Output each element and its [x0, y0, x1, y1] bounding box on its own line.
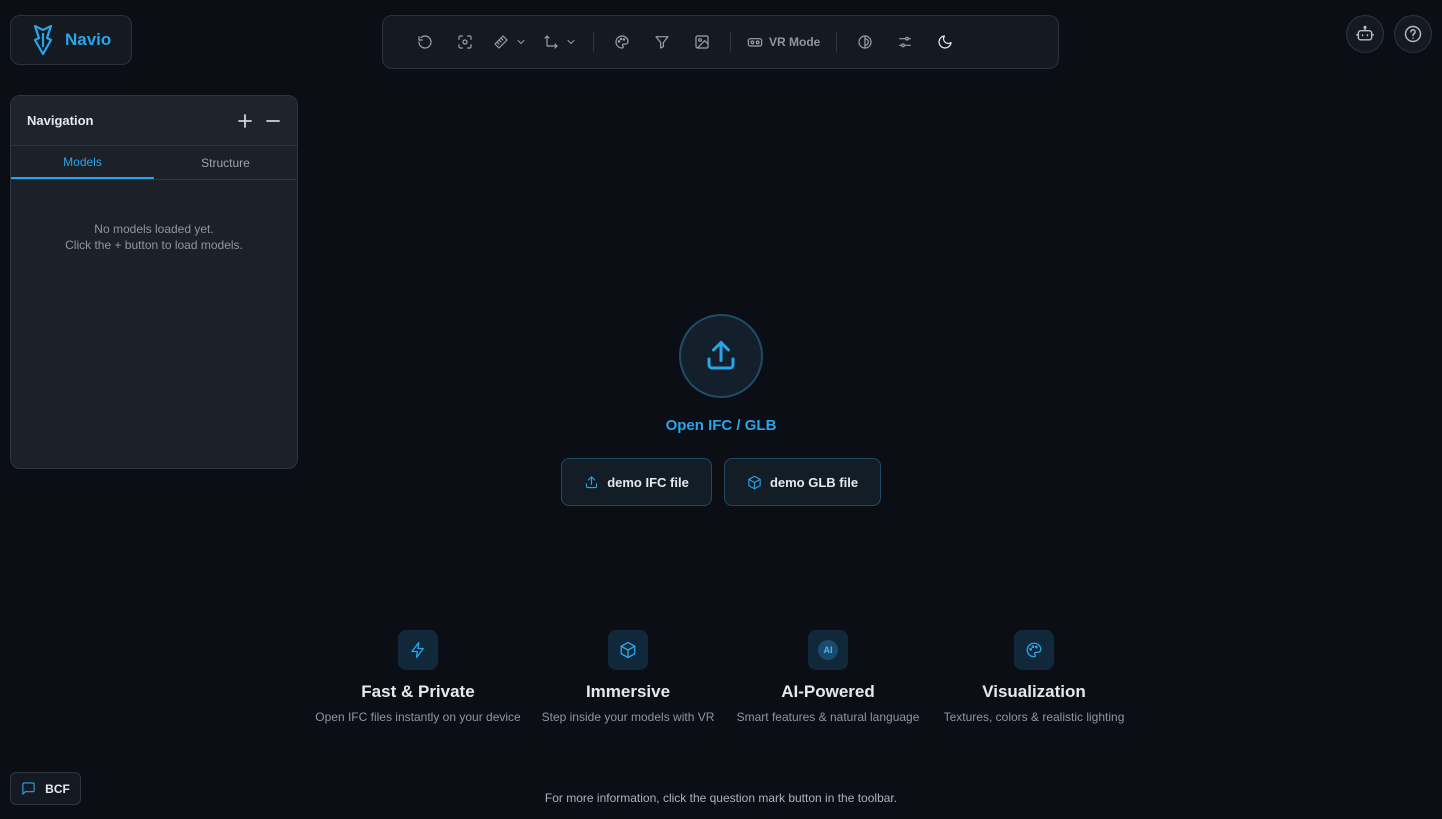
- bcf-label: BCF: [45, 781, 70, 796]
- app-name: Navio: [65, 30, 112, 49]
- filter-button[interactable]: [642, 24, 682, 60]
- upload-icon: [586, 475, 598, 488]
- reset-view-icon: [418, 35, 432, 49]
- vr-headset-icon: [747, 38, 763, 47]
- vr-mode-button[interactable]: VR Mode: [739, 24, 828, 60]
- feature-title: AI-Powered: [781, 682, 875, 701]
- toolbar-divider: [836, 32, 838, 52]
- minus-icon: [266, 119, 280, 122]
- filter-icon: [655, 36, 669, 49]
- feature-immersive: Immersive Step inside your models with V…: [533, 630, 723, 724]
- feature-description: Open IFC files instantly on your device: [315, 710, 521, 724]
- demo-glb-label: demo GLB file: [769, 474, 859, 490]
- ai-icon: AI: [818, 640, 838, 660]
- app-logo[interactable]: Navio: [10, 15, 132, 65]
- chevron-down-icon: [517, 40, 525, 44]
- help-button[interactable]: [1394, 15, 1432, 53]
- demo-ifc-button[interactable]: demo IFC file: [561, 458, 712, 506]
- feature-title: Visualization: [982, 682, 1086, 701]
- navio-logo-icon: [31, 24, 55, 56]
- section-axis-button[interactable]: [535, 24, 585, 60]
- add-model-button[interactable]: [237, 113, 253, 129]
- navigation-title: Navigation: [27, 113, 94, 128]
- robot-icon: [1355, 25, 1375, 41]
- settings-button[interactable]: [885, 24, 925, 60]
- section-axis-icon: [544, 35, 558, 49]
- empty-state-hint: Click the + button to load models.: [65, 238, 243, 252]
- plus-icon: [238, 113, 252, 128]
- demo-glb-button[interactable]: demo GLB file: [724, 458, 881, 506]
- toolbar-divider: [730, 32, 731, 52]
- reset-view-button[interactable]: [405, 24, 445, 60]
- feature-icon-tile: AI: [808, 630, 848, 670]
- feature-description: Textures, colors & realistic lighting: [943, 710, 1125, 724]
- contrast-button[interactable]: [845, 24, 885, 60]
- cube-icon: [748, 475, 761, 489]
- app-root: Navio VR Mode Navigation Models Structur…: [0, 0, 1442, 819]
- feature-ai-powered: AI AI-Powered Smart features & natural l…: [728, 630, 928, 724]
- contrast-icon: [858, 35, 872, 49]
- empty-state-line: No models loaded yet.: [94, 222, 214, 236]
- feature-description: Smart features & natural language: [736, 710, 920, 724]
- palette-icon: [1026, 642, 1042, 658]
- footer-hint: For more information, click the question…: [544, 791, 898, 805]
- navigation-header: Navigation: [11, 96, 297, 146]
- toolbar-divider: [593, 32, 594, 52]
- demo-ifc-label: demo IFC file: [607, 474, 689, 490]
- screenshot-button[interactable]: [682, 24, 722, 60]
- vr-mode-label: VR Mode: [769, 35, 821, 49]
- tab-models[interactable]: Models: [11, 146, 154, 179]
- models-empty-state: No models loaded yet. Click the + button…: [11, 221, 297, 253]
- feature-icon-tile: [608, 630, 648, 670]
- tab-structure[interactable]: Structure: [154, 146, 297, 179]
- material-color-button[interactable]: [602, 24, 642, 60]
- feature-title: Immersive: [585, 682, 671, 701]
- settings-sliders-icon: [899, 36, 912, 48]
- lightning-icon: [411, 641, 424, 659]
- theme-toggle-button[interactable]: [925, 24, 965, 60]
- navigation-panel: Navigation Models Structure No models lo…: [10, 95, 298, 469]
- main-toolbar: VR Mode: [382, 15, 1059, 69]
- feature-description: Step inside your models with VR: [541, 710, 715, 724]
- navigation-tabs: Models Structure: [11, 146, 297, 180]
- remove-model-button[interactable]: [265, 113, 281, 129]
- moon-icon: [938, 35, 952, 49]
- feature-title: Fast & Private: [361, 682, 475, 701]
- feature-visualization: Visualization Textures, colors & realist…: [934, 630, 1134, 724]
- message-icon: [22, 782, 35, 795]
- assistant-button[interactable]: [1346, 15, 1384, 53]
- feature-fast-private: Fast & Private Open IFC files instantly …: [308, 630, 528, 724]
- focus-button[interactable]: [445, 24, 485, 60]
- open-file-label[interactable]: Open IFC / GLB: [621, 417, 821, 434]
- cube-icon: [620, 641, 636, 659]
- upload-icon: [707, 341, 735, 370]
- measure-icon: [494, 35, 508, 49]
- help-icon: [1404, 25, 1422, 43]
- open-file-button[interactable]: [679, 314, 763, 398]
- palette-icon: [615, 35, 629, 49]
- image-icon: [695, 35, 709, 49]
- feature-icon-tile: [398, 630, 438, 670]
- feature-icon-tile: [1014, 630, 1054, 670]
- chevron-down-icon: [567, 40, 575, 44]
- navigation-actions: [237, 113, 281, 129]
- focus-icon: [458, 35, 472, 49]
- measure-button[interactable]: [485, 24, 535, 60]
- bcf-button[interactable]: BCF: [10, 772, 81, 805]
